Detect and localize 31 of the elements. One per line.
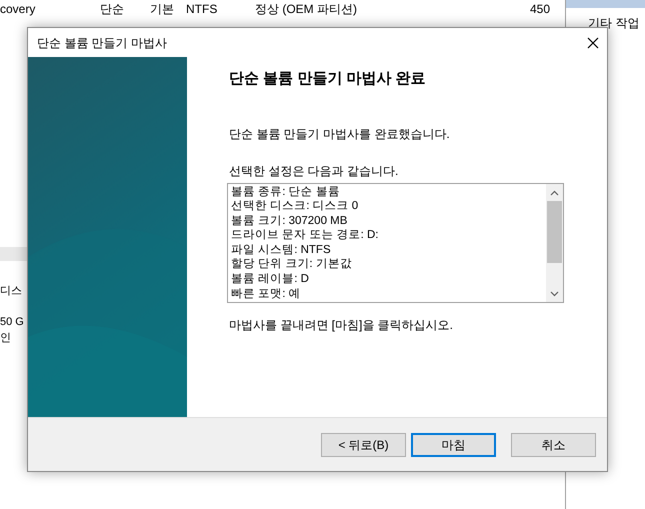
dialog-button[interactable]: 취소	[511, 432, 596, 456]
table-cell-text: 450	[530, 0, 552, 18]
dialog-button[interactable]: 마침	[411, 432, 496, 456]
close-icon[interactable]	[587, 36, 599, 48]
table-cell-text: 단순	[100, 0, 125, 18]
intro-text: 단순 볼륨 만들기 마법사를 완료했습니다.	[229, 126, 451, 142]
settings-line: 할당 단위 크기: 기본값	[231, 257, 353, 272]
disk-status: 인	[0, 331, 12, 346]
window-title: 단순 볼륨 만들기 마법사	[37, 34, 168, 52]
table-cell-text: 정상 (OEM 파티션)	[255, 0, 358, 18]
settings-line: 선택한 디스크: 디스크 0	[231, 199, 360, 214]
scroll-up-icon[interactable]	[550, 190, 559, 196]
scrollbar[interactable]	[546, 184, 563, 302]
settings-line: 볼륨 크기: 307200 MB	[231, 214, 348, 228]
finish-hint: 마법사를 끝내려면 [마침]을 클릭하십시오.	[229, 316, 454, 334]
settings-line: 볼륨 레이블: D	[231, 272, 310, 287]
settings-label: 선택한 설정은 다음과 같습니다.	[229, 162, 400, 180]
table-cell-text: covery	[0, 0, 36, 18]
scrollbar-thumb[interactable]	[547, 200, 562, 262]
settings-line: 파일 시스템: NTFS	[231, 242, 332, 258]
disk-size: 50 G	[0, 314, 25, 330]
settings-list[interactable]: 볼륨 종류: 단순 볼륨 선택한 디스크: 디스크 0 볼륨 크기: 307200 MB 드라이브 문자 또는 경로: D: 파일 시스템: NTFS 할당 단위 크기: 기본값 볼륨 레이블: D 빠른 포맷: 예	[227, 182, 564, 302]
scroll-down-icon[interactable]	[550, 290, 559, 296]
settings-line: 볼륨 종류: 단순 볼륨	[231, 184, 341, 200]
settings-line: 드라이브 문자 또는 경로: D:	[231, 228, 380, 243]
table-cell-text: 기본	[150, 0, 175, 18]
table-cell-text: NTFS	[186, 0, 218, 18]
dialog-button[interactable]: < 뒤로(B)	[321, 432, 406, 456]
disk-label: 디스	[0, 284, 23, 299]
settings-line: 빠른 포맷: 예	[231, 286, 302, 302]
wizard-heading: 단순 볼륨 만들기 마법사 완료	[229, 69, 427, 89]
